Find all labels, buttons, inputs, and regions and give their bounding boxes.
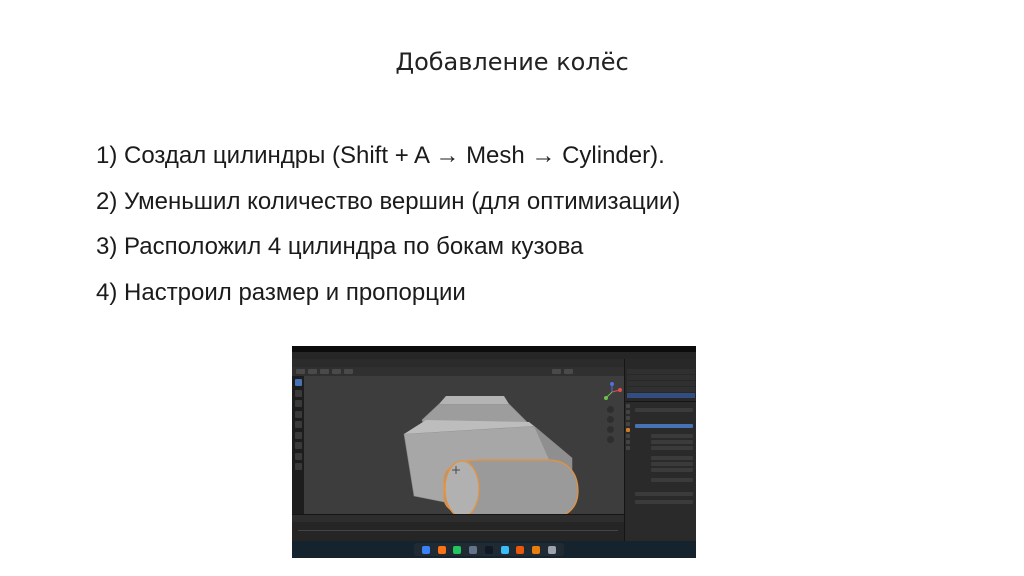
scale-field[interactable] xyxy=(651,478,693,482)
scene-tab-icon[interactable] xyxy=(626,422,630,426)
annotate-tool-icon[interactable] xyxy=(295,442,302,449)
step-item: 4) Настроил размер и пропорции xyxy=(96,278,466,306)
scale-tool-icon[interactable] xyxy=(295,421,302,428)
relations-section[interactable] xyxy=(635,492,693,496)
location-y-field[interactable] xyxy=(651,440,693,444)
location-x-field[interactable] xyxy=(651,434,693,438)
modifier-tab-icon[interactable] xyxy=(626,434,630,438)
camera-icon[interactable] xyxy=(607,426,614,433)
timeline-panel xyxy=(292,514,624,542)
transform-header[interactable] xyxy=(635,424,693,428)
window-title-bar xyxy=(292,352,696,367)
blender-icon[interactable] xyxy=(532,545,541,554)
move-tool-icon[interactable] xyxy=(295,400,302,407)
app-dock xyxy=(414,543,564,556)
tool-shelf xyxy=(294,379,303,499)
overlay-toggle[interactable] xyxy=(564,369,573,374)
properties-panel xyxy=(624,401,696,542)
trash-icon[interactable] xyxy=(548,545,556,554)
rotation-x-field[interactable] xyxy=(651,456,693,460)
timeline-controls[interactable] xyxy=(292,515,624,522)
outliner-row[interactable] xyxy=(627,375,695,380)
viewport-header xyxy=(292,367,624,376)
render-tab-icon[interactable] xyxy=(626,410,630,414)
cursor-tool-icon[interactable] xyxy=(295,389,302,397)
select-menu[interactable] xyxy=(320,369,329,374)
output-tab-icon[interactable] xyxy=(626,416,630,420)
zoom-icon[interactable] xyxy=(607,406,614,413)
slide-title: Добавление колёс xyxy=(395,48,629,76)
outliner-row[interactable] xyxy=(627,381,695,386)
firefox-icon[interactable] xyxy=(516,545,525,554)
outliner-row[interactable] xyxy=(627,369,695,374)
tool-tab-icon[interactable] xyxy=(626,404,630,408)
add-cube-tool-icon[interactable] xyxy=(295,463,302,470)
rotation-y-field[interactable] xyxy=(651,462,693,466)
constraint-tab-icon[interactable] xyxy=(626,440,630,444)
view-menu[interactable] xyxy=(308,369,317,374)
launchpad-icon[interactable] xyxy=(437,545,446,554)
chrome-icon[interactable] xyxy=(453,545,462,554)
transform-tool-icon[interactable] xyxy=(295,431,302,439)
shading-toggle[interactable] xyxy=(552,369,561,374)
pan-icon[interactable] xyxy=(607,416,614,423)
step-item: 3) Расположил 4 цилиндра по бокам кузова xyxy=(96,233,584,260)
object-name-field[interactable] xyxy=(635,408,693,412)
telegram-icon[interactable] xyxy=(500,545,509,554)
timeline-ruler[interactable] xyxy=(298,524,618,531)
car-model-svg xyxy=(403,396,579,519)
grid-icon[interactable] xyxy=(607,436,614,443)
object-tab-icon[interactable] xyxy=(626,428,630,432)
material-tab-icon[interactable] xyxy=(626,446,630,450)
property-tabs xyxy=(626,404,631,452)
rotate-tool-icon[interactable] xyxy=(295,410,302,418)
navigation-controls xyxy=(607,406,614,446)
location-z-field[interactable] xyxy=(651,446,693,450)
measure-tool-icon[interactable] xyxy=(295,452,302,460)
select-tool-icon[interactable] xyxy=(295,379,302,386)
outliner-row[interactable] xyxy=(627,387,695,392)
axis-gizmo[interactable] xyxy=(602,382,622,402)
collections-section[interactable] xyxy=(635,500,693,504)
3d-viewport[interactable] xyxy=(304,376,624,519)
mode-selector[interactable] xyxy=(296,369,305,374)
finder-icon[interactable] xyxy=(421,545,430,554)
object-menu[interactable] xyxy=(344,369,353,374)
rotation-z-field[interactable] xyxy=(651,468,693,472)
outliner-row-selected[interactable] xyxy=(627,393,695,398)
step-item: 2) Уменьшил количество вершин (для оптим… xyxy=(96,187,681,215)
step-item: 1) Создал цилиндры (Shift + A → Mesh → C… xyxy=(96,142,665,169)
settings-icon[interactable] xyxy=(469,545,478,554)
blender-screenshot xyxy=(292,346,696,558)
add-menu[interactable] xyxy=(332,369,341,374)
steps-list: 1) Создал цилиндры (Shift + A → Mesh → C… xyxy=(96,133,680,315)
terminal-icon[interactable] xyxy=(484,545,493,554)
outliner-panel xyxy=(624,359,696,401)
